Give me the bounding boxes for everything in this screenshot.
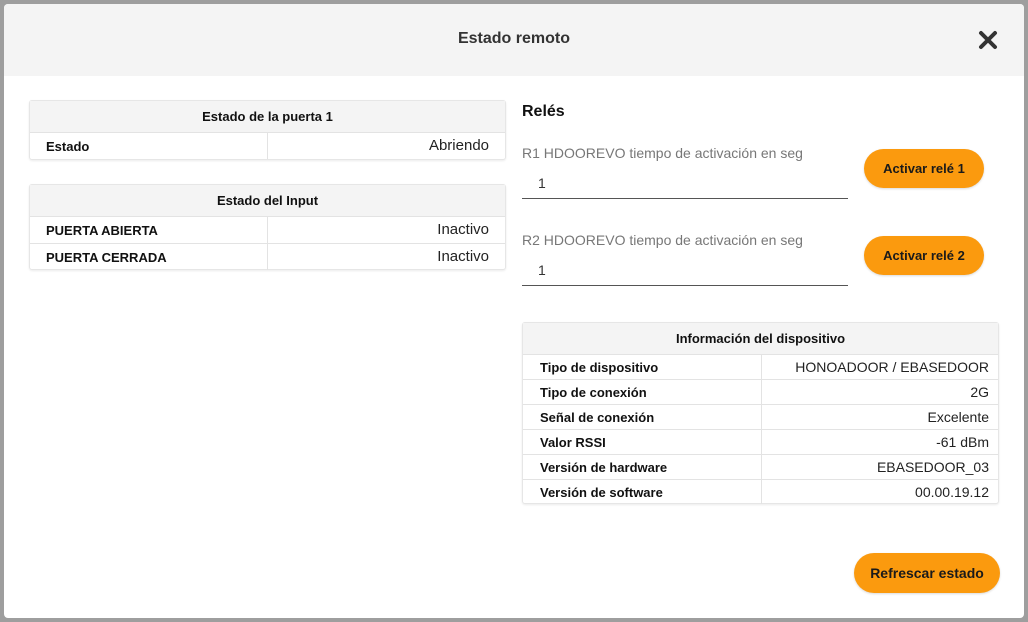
- table-row: PUERTA CERRADA Inactivo: [30, 243, 505, 270]
- hardware-version-value: EBASEDOOR_03: [876, 459, 989, 475]
- input-status-title: Estado del Input: [30, 185, 505, 216]
- input-status-table: Estado del Input PUERTA ABIERTA Inactivo…: [29, 184, 506, 270]
- device-info-table: Información del dispositivo Tipo de disp…: [522, 322, 999, 504]
- refresh-status-button[interactable]: Refrescar estado: [854, 553, 1000, 593]
- door-status-table: Estado de la puerta 1 Estado Abriendo: [29, 100, 506, 160]
- input-open-value: Inactivo: [437, 221, 489, 238]
- input-closed-value: Inactivo: [437, 248, 489, 265]
- door-state-label: Estado: [30, 133, 268, 159]
- relay2-label: R2 HDOOREVO tiempo de activación en seg: [522, 232, 803, 248]
- door-state-value: Abriendo: [428, 137, 489, 154]
- dialog-header: Estado remoto: [4, 4, 1024, 76]
- table-row: PUERTA ABIERTA Inactivo: [30, 216, 505, 243]
- dialog-title: Estado remoto: [457, 30, 570, 47]
- table-row: Valor RSSI -61 dBm: [523, 429, 998, 454]
- table-row: Versión de hardware EBASEDOOR_03: [523, 454, 998, 479]
- input-closed-label: PUERTA CERRADA: [30, 244, 268, 270]
- relays-title: Relés: [522, 103, 565, 120]
- connection-type-value: 2G: [970, 384, 989, 400]
- table-row: Señal de conexión Excelente: [523, 404, 998, 429]
- connection-type-label: Tipo de conexión: [523, 380, 762, 404]
- software-version-label: Versión de software: [523, 480, 762, 504]
- software-version-value: 00.00.19.12: [915, 484, 989, 500]
- hardware-version-label: Versión de hardware: [523, 455, 762, 479]
- device-type-label: Tipo de dispositivo: [523, 355, 762, 379]
- signal-label: Señal de conexión: [523, 405, 762, 429]
- door-status-title: Estado de la puerta 1: [30, 101, 505, 132]
- relay2-time-input[interactable]: [522, 254, 848, 286]
- table-row: Estado Abriendo: [30, 132, 505, 159]
- close-x-icon: [979, 31, 997, 49]
- activate-relay2-button[interactable]: Activar relé 2: [864, 236, 984, 275]
- rssi-label: Valor RSSI: [523, 430, 762, 454]
- table-row: Tipo de dispositivo HONOADOOR / EBASEDOO…: [523, 354, 998, 379]
- input-open-label: PUERTA ABIERTA: [30, 217, 268, 243]
- rssi-value: -61 dBm: [936, 434, 989, 450]
- signal-value: Excelente: [927, 409, 989, 425]
- close-button[interactable]: [976, 28, 1000, 52]
- device-type-value: HONOADOOR / EBASEDOOR: [795, 359, 989, 375]
- relay1-label: R1 HDOOREVO tiempo de activación en seg: [522, 145, 803, 161]
- device-info-title: Información del dispositivo: [523, 323, 998, 354]
- table-row: Versión de software 00.00.19.12: [523, 479, 998, 504]
- relay1-time-input[interactable]: [522, 167, 848, 199]
- remote-status-dialog: Estado remoto Estado de la puerta 1 Esta…: [4, 4, 1024, 618]
- table-row: Tipo de conexión 2G: [523, 379, 998, 404]
- activate-relay1-button[interactable]: Activar relé 1: [864, 149, 984, 188]
